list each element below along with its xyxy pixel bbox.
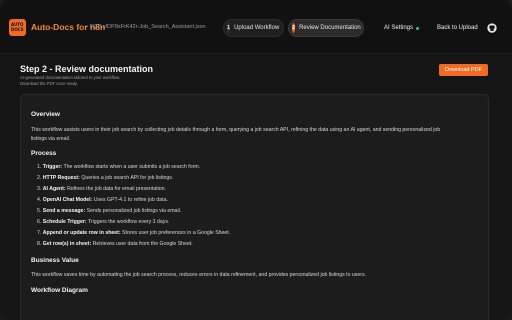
item-desc: The workflow starts when a user submits … bbox=[62, 164, 201, 170]
app-window: AUTO DOCS Auto-Docs for n8n • 9Q7LxfDP8x… bbox=[0, 0, 512, 320]
item-number: 4. bbox=[37, 197, 42, 203]
status-dot-icon bbox=[416, 26, 420, 30]
item-number: 8. bbox=[37, 241, 42, 247]
item-number: 2. bbox=[37, 175, 42, 181]
process-item: 1. Trigger: The workflow starts when a u… bbox=[37, 164, 200, 170]
page-subtitle: AI-generated documentation tailored to y… bbox=[20, 75, 121, 80]
item-desc: Refines the job data for email presentat… bbox=[65, 186, 167, 192]
item-term: Schedule Trigger: bbox=[42, 219, 87, 225]
process-item: 6. Schedule Trigger: Triggers the workfl… bbox=[37, 219, 169, 225]
process-item: 8. Get row(s) in sheet: Retrieves user d… bbox=[37, 241, 193, 247]
item-term: Append or update row in sheet: bbox=[42, 230, 121, 236]
item-desc: Stores user job preferences in a Google … bbox=[120, 230, 231, 236]
item-number: 3. bbox=[37, 186, 42, 192]
step-review-documentation[interactable]: 2 Review Documentation bbox=[288, 19, 364, 37]
workflow-filename: • 9Q7LxfDP8xFrK42r-Job_Search_Assistant.… bbox=[86, 24, 206, 30]
process-item: 5. Send a message: Sends personalized jo… bbox=[37, 208, 181, 214]
item-term: OpenAI Chat Model: bbox=[42, 197, 93, 203]
item-term: Get row(s) in sheet: bbox=[42, 241, 92, 247]
overview-heading: Overview bbox=[31, 111, 60, 118]
top-bar: AUTO DOCS Auto-Docs for n8n • 9Q7LxfDP8x… bbox=[0, 0, 512, 54]
item-number: 1. bbox=[37, 164, 42, 170]
item-term: HTTP Request: bbox=[42, 175, 80, 181]
back-to-upload-button[interactable]: Back to Upload bbox=[437, 21, 481, 35]
item-term: Send a message: bbox=[42, 208, 86, 214]
process-item: 4. OpenAI Chat Model: Uses GPT-4.1 to re… bbox=[37, 197, 168, 203]
item-number: 7. bbox=[37, 230, 42, 236]
app-logo: AUTO DOCS bbox=[9, 19, 26, 36]
process-item: 7. Append or update row in sheet: Stores… bbox=[37, 230, 230, 236]
step-number-badge: 1 bbox=[227, 23, 231, 33]
item-desc: Uses GPT-4.1 to refine job data. bbox=[92, 197, 168, 203]
item-desc: Retrieves user data from the Google Shee… bbox=[91, 241, 193, 247]
item-term: Trigger: bbox=[42, 164, 63, 170]
process-heading: Process bbox=[31, 150, 57, 157]
ai-settings-label: AI Settings bbox=[384, 25, 414, 31]
download-pdf-button[interactable]: Download PDF bbox=[439, 64, 488, 76]
business-value-heading: Business Value bbox=[31, 257, 79, 264]
step-upload-workflow[interactable]: 1 Upload Workflow bbox=[223, 19, 284, 37]
process-item: 2. HTTP Request: Queries a job search AP… bbox=[37, 175, 173, 181]
business-value-text: This workflow saves time by automating t… bbox=[31, 272, 367, 278]
step-label: Upload Workflow bbox=[234, 25, 280, 31]
ai-settings-button[interactable]: AI Settings bbox=[384, 21, 430, 35]
item-desc: Triggers the workflow every 3 days. bbox=[86, 219, 170, 225]
github-icon[interactable] bbox=[487, 23, 497, 33]
item-desc: Sends personalized job listings via emai… bbox=[85, 208, 182, 214]
item-number: 5. bbox=[37, 208, 42, 214]
workflow-diagram-heading: Workflow Diagram bbox=[31, 287, 88, 294]
page-subtitle: Download the PDF once ready. bbox=[20, 81, 78, 86]
item-term: AI Agent: bbox=[42, 186, 66, 192]
item-desc: Queries a job search API for job listing… bbox=[79, 175, 174, 181]
back-label: Back to Upload bbox=[437, 25, 478, 31]
overview-text: This workflow assists users in their job… bbox=[31, 127, 441, 133]
overview-text: listings via email. bbox=[31, 136, 71, 142]
page-title: Step 2 - Review documentation bbox=[20, 64, 154, 74]
step-number-badge: 2 bbox=[292, 23, 296, 33]
item-number: 6. bbox=[37, 219, 42, 225]
step-label: Review Documentation bbox=[299, 25, 361, 31]
process-item: 3. AI Agent: Refines the job data for em… bbox=[37, 186, 166, 192]
